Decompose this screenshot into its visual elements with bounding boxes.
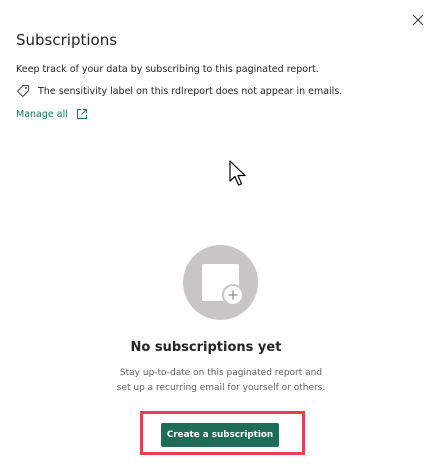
pane-description: Keep track of your data by subscribing t… xyxy=(16,64,319,75)
mouse-cursor-icon xyxy=(229,160,246,186)
sensitivity-notice: The sensitivity label on this rdlreport … xyxy=(16,84,342,98)
close-button[interactable] xyxy=(409,11,427,29)
external-link-icon xyxy=(76,109,87,119)
close-icon xyxy=(412,14,424,26)
tag-icon xyxy=(17,85,29,97)
subscriptions-pane: Subscriptions Keep track of your data by… xyxy=(0,0,430,466)
page-title: Subscriptions xyxy=(16,31,118,49)
empty-state-title: No subscriptions yet xyxy=(130,340,282,355)
sensitivity-notice-text: The sensitivity label on this rdlreport … xyxy=(38,85,343,97)
manage-all-label: Manage all xyxy=(16,108,68,120)
create-subscription-button[interactable]: Create a subscription xyxy=(161,423,279,447)
empty-subscriptions-illustration xyxy=(183,245,258,320)
empty-state-description: Stay up-to-date on this paginated report… xyxy=(116,368,326,393)
manage-all-link[interactable]: Manage all xyxy=(16,106,88,122)
